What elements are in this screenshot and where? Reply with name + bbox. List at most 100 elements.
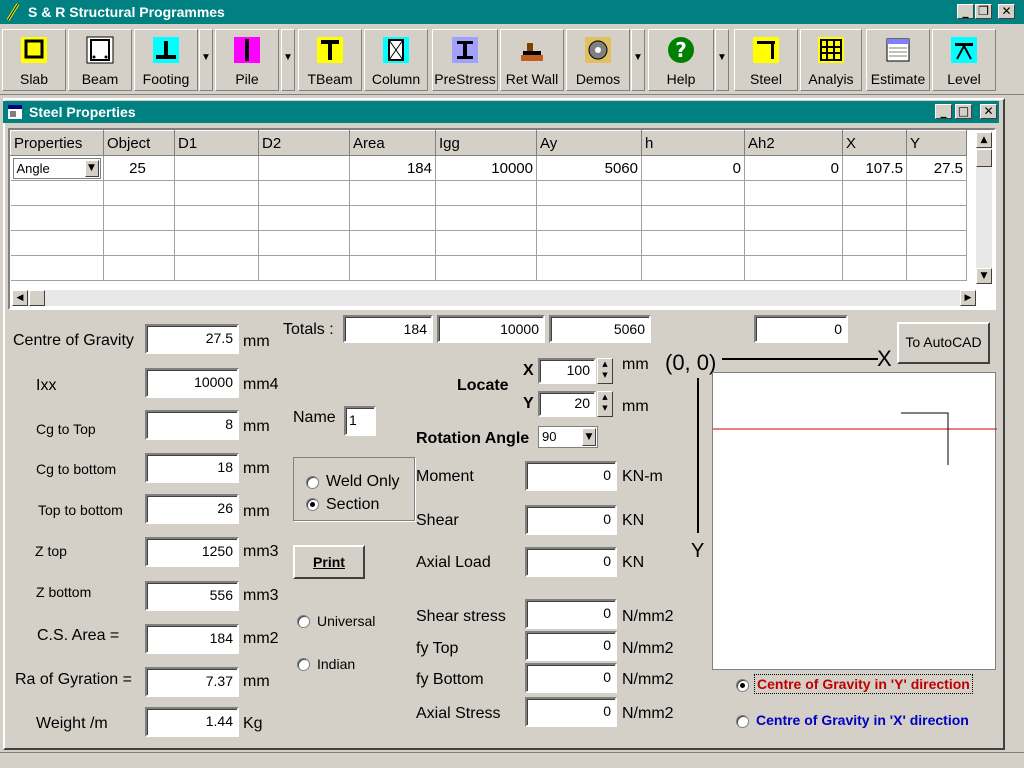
toolbar-level-button[interactable]: Level (932, 29, 996, 91)
table-row[interactable]: Angle ▼ 25 184 10000 5060 0 0 107.5 27.5 (10, 155, 967, 181)
scroll-right-arrow[interactable]: ▶ (960, 290, 976, 306)
ay-cell[interactable]: 5060 (536, 155, 642, 181)
locate-y-spinner[interactable]: ▲ ▼ (597, 391, 613, 417)
ixx-field[interactable]: 10000 (145, 368, 239, 398)
toolbar-analysis-button[interactable]: Analyis (800, 29, 862, 91)
object-cell[interactable]: 25 (103, 155, 175, 181)
table-row[interactable] (10, 255, 967, 281)
fy-bottom-field[interactable]: 0 (525, 663, 617, 693)
toolbar-help-button[interactable]: ? Help (648, 29, 714, 91)
col-header-d1[interactable]: D1 (174, 130, 259, 156)
col-header-h[interactable]: h (641, 130, 745, 156)
scroll-down-arrow[interactable]: ▼ (976, 268, 992, 284)
ztop-field[interactable]: 1250 (145, 537, 239, 567)
toolbar-demos-button[interactable]: Demos (566, 29, 630, 91)
footing-dropdown-arrow[interactable]: ▼ (199, 29, 213, 91)
child-minimize-button[interactable]: _ (935, 104, 952, 119)
col-header-igg[interactable]: Igg (435, 130, 537, 156)
col-header-properties[interactable]: Properties (10, 130, 104, 156)
gyration-field[interactable]: 7.37 (145, 667, 239, 697)
toolbar-estimate-button[interactable]: Estimate (866, 29, 930, 91)
igg-cell[interactable]: 10000 (435, 155, 537, 181)
toolbar-tbeam-button[interactable]: TBeam (298, 29, 362, 91)
shear-field[interactable]: 0 (525, 505, 617, 535)
cg-bottom-field[interactable]: 18 (145, 453, 239, 483)
cg-x-direction-radio[interactable] (736, 715, 749, 728)
totals-ay-field[interactable]: 5060 (549, 315, 651, 343)
locate-x-spinner[interactable]: ▲ ▼ (597, 358, 613, 384)
table-row[interactable] (10, 205, 967, 231)
h-cell[interactable]: 0 (641, 155, 745, 181)
table-row[interactable] (10, 180, 967, 206)
child-close-button[interactable]: ✕ (980, 104, 997, 119)
name-field[interactable]: 1 (344, 406, 376, 436)
properties-select-arrow[interactable]: ▼ (84, 159, 99, 177)
child-maximize-button[interactable]: □ (955, 104, 972, 119)
col-header-x[interactable]: X (842, 130, 907, 156)
csarea-field[interactable]: 184 (145, 624, 239, 654)
top-bottom-field[interactable]: 26 (145, 494, 239, 524)
restore-button[interactable]: ❐ (975, 4, 992, 19)
y-cell[interactable]: 27.5 (906, 155, 967, 181)
grid-horizontal-scrollbar[interactable]: ◀ ▶ (12, 290, 976, 306)
toolbar-prestress-button[interactable]: PreStress (432, 29, 498, 91)
close-button[interactable]: ✕ (998, 4, 1015, 19)
cg-field[interactable]: 27.5 (145, 324, 239, 354)
properties-cell[interactable]: Angle ▼ (10, 155, 104, 181)
weld-only-label[interactable]: Weld Only (326, 473, 400, 491)
toolbar-steel-button[interactable]: Steel (734, 29, 798, 91)
section-drawing-canvas[interactable] (712, 372, 997, 670)
properties-grid[interactable]: Properties Object D1 D2 Area Igg Ay h Ah… (8, 128, 996, 310)
weld-only-radio[interactable] (306, 476, 319, 489)
ah2-cell[interactable]: 0 (744, 155, 843, 181)
indian-radio[interactable] (297, 658, 310, 671)
weight-field[interactable]: 1.44 (145, 707, 239, 737)
cg-x-direction-label[interactable]: Centre of Gravity in 'X' direction (756, 712, 969, 728)
section-radio[interactable] (306, 498, 319, 511)
d2-cell[interactable] (258, 155, 350, 181)
zbottom-field[interactable]: 556 (145, 581, 239, 611)
d1-cell[interactable] (174, 155, 259, 181)
cg-y-direction-label[interactable]: Centre of Gravity in 'Y' direction (754, 674, 973, 694)
properties-select[interactable]: Angle ▼ (12, 157, 101, 179)
toolbar-pile-button[interactable]: Pile (215, 29, 279, 91)
moment-field[interactable]: 0 (525, 461, 617, 491)
grid-vertical-scrollbar[interactable]: ▲ ▼ (976, 132, 992, 284)
minimize-button[interactable]: _ (957, 4, 974, 19)
axial-stress-field[interactable]: 0 (525, 697, 617, 727)
area-cell[interactable]: 184 (349, 155, 436, 181)
col-header-area[interactable]: Area (349, 130, 436, 156)
totals-area-field[interactable]: 184 (343, 315, 433, 343)
universal-radio[interactable] (297, 615, 310, 628)
table-row[interactable] (10, 230, 967, 256)
col-header-ay[interactable]: Ay (536, 130, 642, 156)
help-dropdown-arrow[interactable]: ▼ (715, 29, 729, 91)
rotation-select[interactable]: 90 ▼ (538, 426, 598, 448)
scroll-up-arrow[interactable]: ▲ (976, 132, 992, 148)
cg-top-field[interactable]: 8 (145, 410, 239, 440)
axial-load-field[interactable]: 0 (525, 547, 617, 577)
locate-x-field[interactable]: 100 (538, 358, 596, 384)
section-label[interactable]: Section (326, 496, 379, 514)
scroll-left-arrow[interactable]: ◀ (12, 290, 28, 306)
col-header-y[interactable]: Y (906, 130, 967, 156)
scroll-thumb[interactable] (976, 149, 992, 167)
toolbar-footing-button[interactable]: Footing (134, 29, 198, 91)
totals-igg-field[interactable]: 10000 (437, 315, 545, 343)
locate-y-field[interactable]: 20 (538, 391, 596, 417)
cg-y-direction-radio[interactable] (736, 679, 749, 692)
hscroll-thumb[interactable] (29, 290, 45, 306)
toolbar-beam-button[interactable]: Beam (68, 29, 132, 91)
indian-label[interactable]: Indian (317, 656, 355, 672)
col-header-object[interactable]: Object (103, 130, 175, 156)
toolbar-retwall-button[interactable]: Ret Wall (500, 29, 564, 91)
col-header-d2[interactable]: D2 (258, 130, 350, 156)
shear-stress-field[interactable]: 0 (525, 599, 617, 629)
rotation-select-arrow[interactable]: ▼ (582, 428, 596, 446)
to-autocad-button[interactable]: To AutoCAD (897, 322, 990, 364)
toolbar-slab-button[interactable]: Slab (2, 29, 66, 91)
toolbar-column-button[interactable]: Column (364, 29, 428, 91)
print-button[interactable]: Print (293, 545, 365, 579)
pile-dropdown-arrow[interactable]: ▼ (281, 29, 295, 91)
totals-ah2-field[interactable]: 0 (754, 315, 848, 343)
